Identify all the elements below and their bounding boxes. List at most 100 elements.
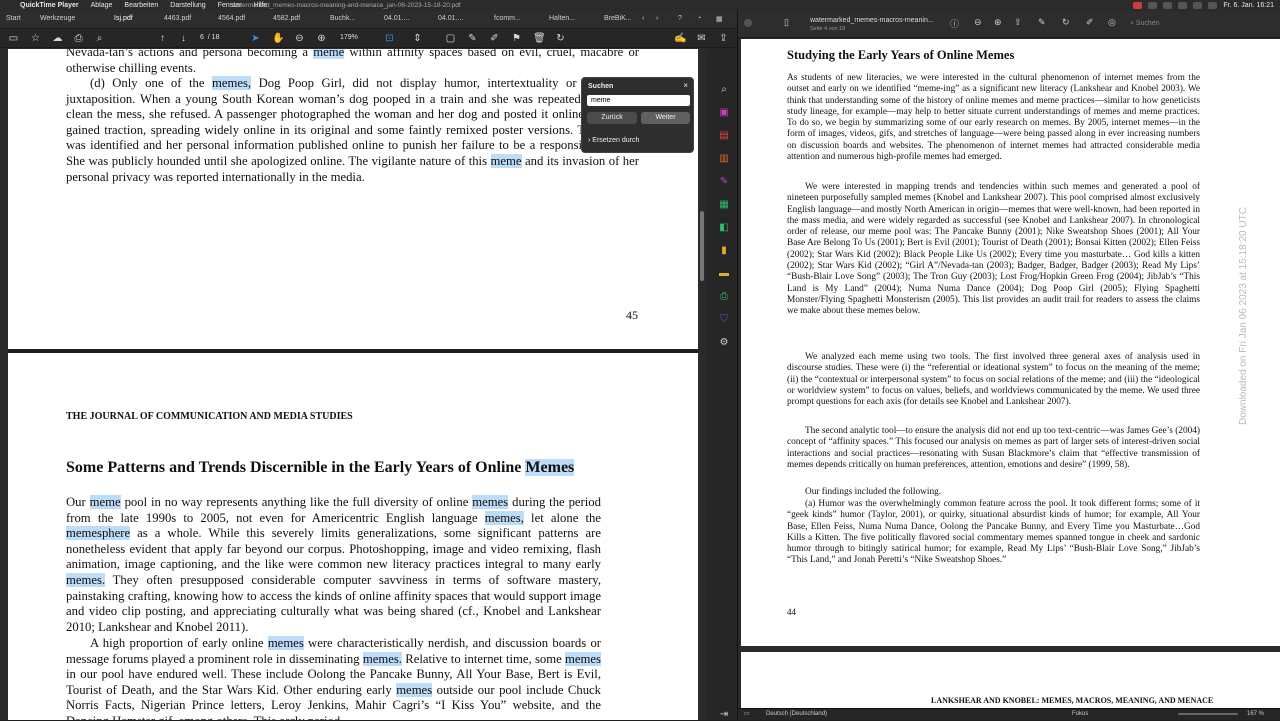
edit-pdf-icon[interactable]: ▥ [718, 153, 730, 165]
highlight-icon[interactable]: ✐ [1086, 17, 1094, 28]
compress-icon[interactable]: ◧ [718, 222, 730, 234]
rotate-icon[interactable]: ↻ [1062, 17, 1070, 28]
window-dot-icon[interactable] [744, 19, 752, 27]
tray-icon[interactable] [1148, 2, 1158, 9]
search-input[interactable] [587, 95, 690, 106]
tab-isj[interactable]: Isj.pdf [114, 15, 133, 22]
search-next-button[interactable]: Weiter [641, 112, 690, 124]
share-icon[interactable]: ⇪ [1014, 17, 1022, 28]
page-indicator[interactable]: 6 / 18 [200, 34, 219, 41]
help-icon[interactable]: ? [678, 15, 682, 22]
search-icon[interactable]: ⌕ [94, 33, 105, 44]
tray-icon[interactable] [1163, 2, 1173, 9]
record-icon[interactable] [1133, 2, 1143, 9]
print-production-icon[interactable]: ⎙ [718, 291, 730, 303]
zoom-slider[interactable] [1178, 713, 1238, 715]
search-prev-button[interactable]: Zurück [587, 112, 637, 124]
comment-tool-icon[interactable]: ▮ [718, 245, 730, 257]
search-highlight[interactable]: memes, [211, 76, 252, 90]
share-icon[interactable]: ⇪ [718, 33, 729, 44]
scroll-mode-icon[interactable]: ⇕ [412, 33, 423, 44]
hand-tool-icon[interactable]: ✋ [272, 33, 284, 44]
zoom-percent[interactable]: 167 % [1247, 711, 1264, 717]
preview-search-field[interactable]: ⌕ Suchen [1130, 20, 1278, 30]
page-current[interactable]: 6 [200, 34, 204, 41]
create-pdf-icon[interactable]: ▤ [718, 130, 730, 142]
print-icon[interactable]: ⎙ [73, 33, 84, 44]
page-down-icon[interactable]: ↓ [178, 33, 189, 44]
notification-bell-icon[interactable]: ◔ [697, 15, 701, 22]
search-icon[interactable] [1208, 2, 1218, 9]
sidebar-toggle-icon[interactable]: ▯ [784, 17, 789, 28]
menu-bearbeiten[interactable]: Bearbeiten [118, 2, 164, 9]
trash-icon[interactable]: 🗑 [533, 33, 546, 44]
search-highlight[interactable]: meme [89, 495, 121, 509]
search-highlight[interactable]: memes. [362, 651, 402, 666]
search-highlight[interactable]: memes. [66, 572, 106, 587]
comment-icon[interactable]: ▢ [445, 33, 456, 44]
export-pdf-icon[interactable]: ▣ [718, 107, 730, 119]
tab-prev-icon[interactable]: ‹ [642, 15, 644, 22]
note-icon[interactable]: ▬ [718, 268, 730, 280]
markup-icon[interactable]: ✎ [1038, 17, 1046, 28]
nav-start[interactable]: Start [6, 15, 21, 22]
wifi-icon[interactable] [1193, 2, 1203, 9]
mail-icon[interactable]: ✉ [696, 33, 707, 44]
scrollbar-thumb[interactable] [700, 211, 704, 281]
upload-cloud-icon[interactable]: ☁ [52, 33, 63, 44]
page-up-icon[interactable]: ↑ [157, 33, 168, 44]
info-icon[interactable]: ⓘ [950, 17, 959, 30]
tab-halten[interactable]: Halten... [549, 15, 575, 22]
tab-fcomm[interactable]: fcomm... [494, 15, 521, 22]
menu-app-name[interactable]: QuickTime Player [14, 2, 85, 9]
zoom-level[interactable]: 179% [340, 34, 358, 41]
replace-toggle[interactable]: › Ersetzen durch [588, 137, 639, 144]
search-highlight[interactable]: meme [490, 153, 522, 168]
search-highlight[interactable]: memesphere [66, 526, 131, 541]
search-highlight[interactable]: meme [313, 49, 345, 59]
language-status[interactable]: Deutsch (Deutschland) [766, 711, 827, 717]
fit-page-icon[interactable]: ⊡ [384, 33, 395, 44]
organize-icon[interactable]: ▦ [718, 199, 730, 211]
protect-icon[interactable]: ⛉ [718, 314, 730, 326]
search-highlight[interactable]: memes, [484, 510, 524, 525]
tab-0401-a[interactable]: 04.01.... [384, 15, 409, 22]
search-highlight[interactable]: memes [396, 682, 433, 697]
bookmark-star-icon[interactable]: ☆ [30, 33, 41, 44]
zoom-icon[interactable]: ⌕ [718, 84, 730, 96]
search-highlight[interactable]: memes [565, 651, 601, 666]
search-highlight[interactable]: memes [267, 636, 304, 650]
tab-brebik[interactable]: BreBiK... [604, 15, 632, 22]
tab-4564[interactable]: 4564.pdf [218, 15, 245, 22]
save-icon[interactable]: ▭ [8, 33, 19, 44]
zoom-in-icon[interactable]: ⊕ [994, 17, 1002, 28]
annotate-icon[interactable]: ◎ [1108, 17, 1116, 28]
zoom-out-icon[interactable]: ⊖ [294, 33, 305, 44]
search-highlight[interactable]: Memes [525, 459, 575, 476]
apps-grid-icon[interactable]: ▦ [716, 15, 723, 23]
tray-icon[interactable] [1178, 2, 1188, 9]
tab-next-icon[interactable]: › [656, 15, 658, 22]
select-cursor-icon[interactable]: ➤ [250, 33, 261, 44]
fill-sign-icon[interactable]: ✎ [718, 176, 730, 188]
more-tools-icon[interactable]: ⚙ [718, 337, 730, 349]
menubar-clock[interactable]: Fr. 6. Jan. 16:21 [1223, 2, 1274, 9]
menu-darstellung[interactable]: Darstellung [164, 2, 211, 9]
stamp-icon[interactable]: ⚑ [511, 33, 522, 44]
sign-icon[interactable]: ✍ [674, 33, 686, 44]
zoom-out-icon[interactable]: ⊖ [974, 17, 982, 28]
nav-tools[interactable]: Werkzeuge [40, 15, 75, 22]
highlight-icon[interactable]: ✐ [489, 33, 500, 44]
tab-4582[interactable]: 4582.pdf [273, 15, 300, 22]
search-highlight[interactable]: memes [472, 495, 509, 509]
rotate-icon[interactable]: ↻ [555, 33, 566, 44]
close-icon[interactable]: × [683, 81, 688, 90]
collapse-panel-icon[interactable]: ⇥ [718, 709, 730, 721]
sidebar-icon[interactable]: ▭ [744, 710, 750, 717]
focus-status[interactable]: Fokus [1072, 711, 1088, 717]
zoom-in-icon[interactable]: ⊕ [316, 33, 327, 44]
tab-buchk[interactable]: Buchk... [330, 15, 355, 22]
menu-ablage[interactable]: Ablage [85, 2, 119, 9]
tab-4463[interactable]: 4463.pdf [164, 15, 191, 22]
tab-0401-b[interactable]: 04.01.... [438, 15, 463, 22]
